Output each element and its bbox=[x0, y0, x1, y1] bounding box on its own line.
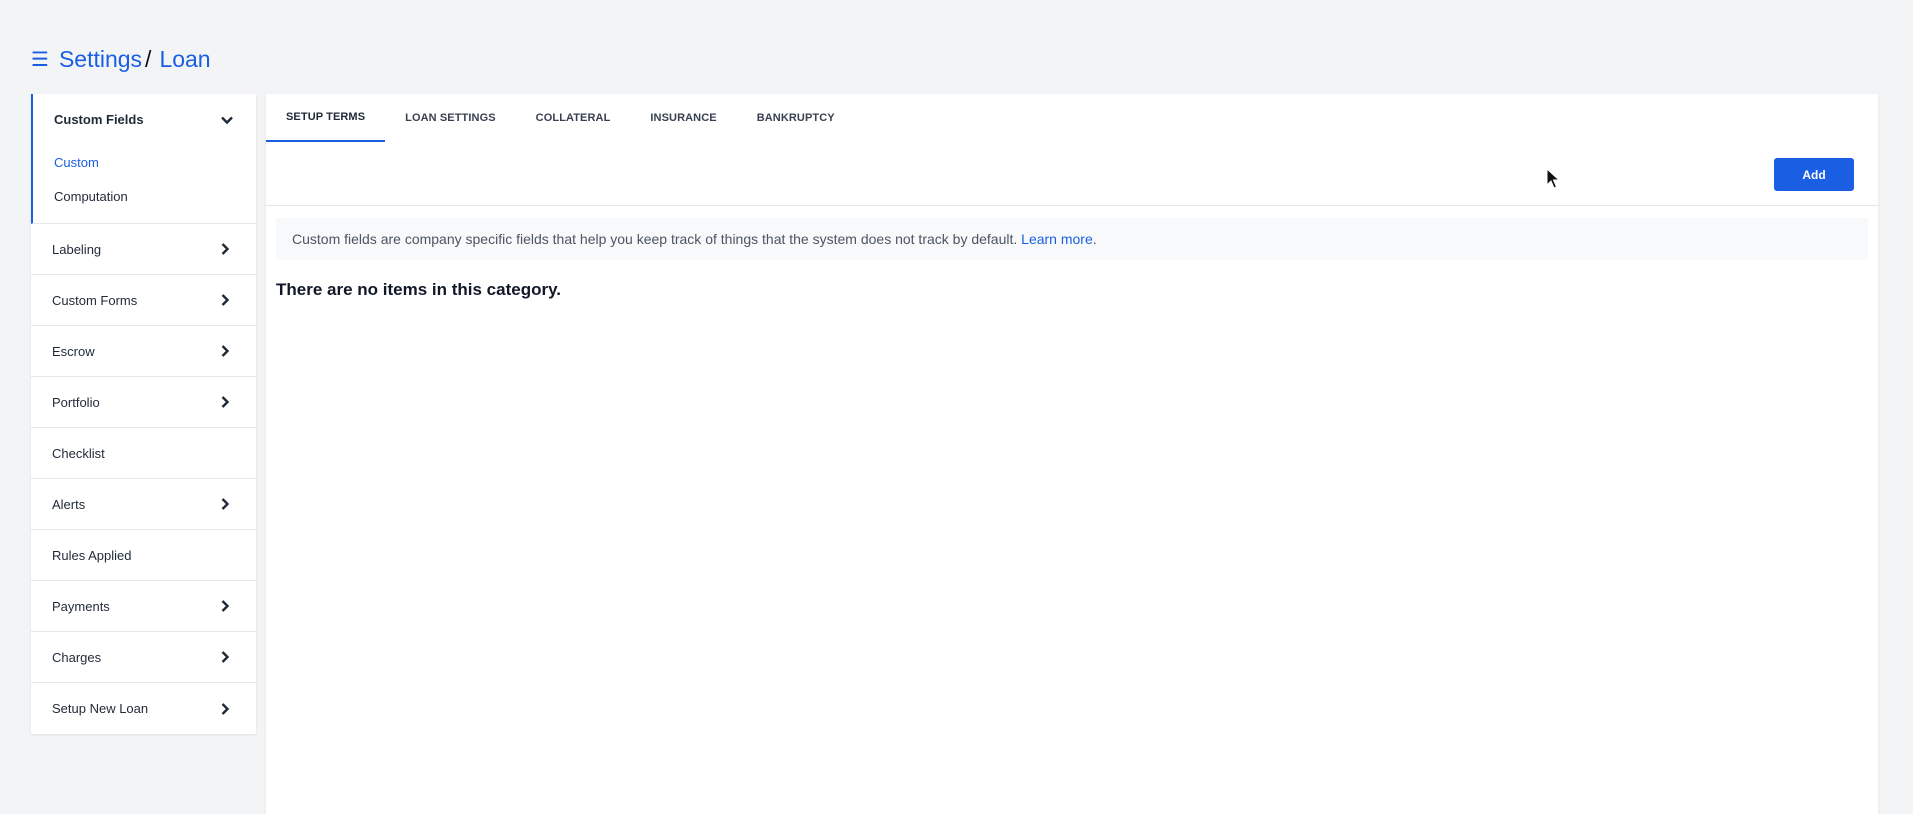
sidebar-item-label: Charges bbox=[52, 649, 102, 665]
info-banner: Custom fields are company specific field… bbox=[276, 218, 1868, 260]
learn-more-link[interactable]: Learn more bbox=[1021, 231, 1093, 247]
empty-state-message: There are no items in this category. bbox=[276, 280, 561, 299]
sidebar-item-custom-forms[interactable]: Custom Forms bbox=[31, 275, 256, 326]
chevron-right-icon bbox=[221, 651, 230, 663]
sidebar-item-checklist[interactable]: Checklist bbox=[31, 428, 256, 479]
sidebar-item-label: Portfolio bbox=[52, 394, 100, 410]
chevron-right-icon bbox=[221, 243, 230, 255]
sidebar-item-label: Custom Fields bbox=[54, 112, 144, 127]
breadcrumb-separator: / bbox=[145, 46, 152, 72]
sidebar-subitem-custom[interactable]: Custom bbox=[33, 145, 256, 179]
tab-bankruptcy[interactable]: BANKRUPTCY bbox=[737, 94, 855, 142]
hamburger-menu-icon[interactable]: ☰ bbox=[31, 50, 49, 70]
settings-sidebar: Custom Fields Custom Computation Labelin… bbox=[31, 94, 256, 734]
sidebar-item-escrow[interactable]: Escrow bbox=[31, 326, 256, 377]
sidebar-item-label: Payments bbox=[52, 598, 110, 614]
sidebar-item-label: Setup New Loan bbox=[52, 701, 149, 716]
sidebar-item-charges[interactable]: Charges bbox=[31, 632, 256, 683]
breadcrumb-loan-link[interactable]: Loan bbox=[159, 46, 210, 73]
chevron-right-icon bbox=[221, 702, 230, 715]
sidebar-item-label: Alerts bbox=[52, 496, 86, 512]
breadcrumb: ☰ Settings / Loan bbox=[31, 46, 211, 73]
info-text: Custom fields are company specific field… bbox=[292, 231, 1018, 247]
toolbar: Add bbox=[266, 142, 1878, 206]
sidebar-subitem-computation[interactable]: Computation bbox=[33, 179, 256, 213]
chevron-down-icon bbox=[221, 116, 233, 124]
sidebar-item-label: Rules Applied bbox=[52, 547, 132, 563]
breadcrumb-settings-link[interactable]: Settings bbox=[59, 46, 142, 73]
add-button[interactable]: Add bbox=[1774, 158, 1854, 191]
sidebar-item-rules-applied[interactable]: Rules Applied bbox=[31, 530, 256, 581]
sidebar-item-setup-new-loan[interactable]: Setup New Loan bbox=[31, 683, 256, 734]
sidebar-item-alerts[interactable]: Alerts bbox=[31, 479, 256, 530]
mouse-cursor-icon bbox=[1546, 168, 1560, 189]
chevron-right-icon bbox=[221, 345, 230, 357]
chevron-right-icon bbox=[221, 294, 230, 306]
sidebar-item-label: Escrow bbox=[52, 343, 95, 359]
tab-insurance[interactable]: INSURANCE bbox=[630, 94, 736, 142]
sidebar-item-labeling[interactable]: Labeling bbox=[31, 224, 256, 275]
sidebar-item-payments[interactable]: Payments bbox=[31, 581, 256, 632]
chevron-right-icon bbox=[221, 498, 230, 510]
sidebar-item-label: Labeling bbox=[52, 241, 102, 257]
tab-bar: SETUP TERMS LOAN SETTINGS COLLATERAL INSURA… bbox=[266, 94, 1878, 142]
main-panel: SETUP TERMS LOAN SETTINGS COLLATERAL INSURA… bbox=[266, 94, 1878, 814]
tab-collateral[interactable]: COLLATERAL bbox=[516, 94, 631, 142]
tab-loan-settings[interactable]: LOAN SETTINGS bbox=[385, 94, 516, 142]
sidebar-group-custom-fields: Custom Fields Custom Computation bbox=[31, 94, 256, 224]
tab-setup-terms[interactable]: SETUP TERMS bbox=[266, 94, 386, 142]
sidebar-item-label: Custom Forms bbox=[52, 292, 138, 308]
info-suffix: . bbox=[1092, 231, 1097, 247]
sidebar-item-label: Checklist bbox=[52, 445, 105, 461]
sidebar-item-custom-fields[interactable]: Custom Fields bbox=[33, 94, 256, 145]
chevron-right-icon bbox=[221, 396, 230, 408]
sidebar-item-portfolio[interactable]: Portfolio bbox=[31, 377, 256, 428]
chevron-right-icon bbox=[221, 600, 230, 612]
